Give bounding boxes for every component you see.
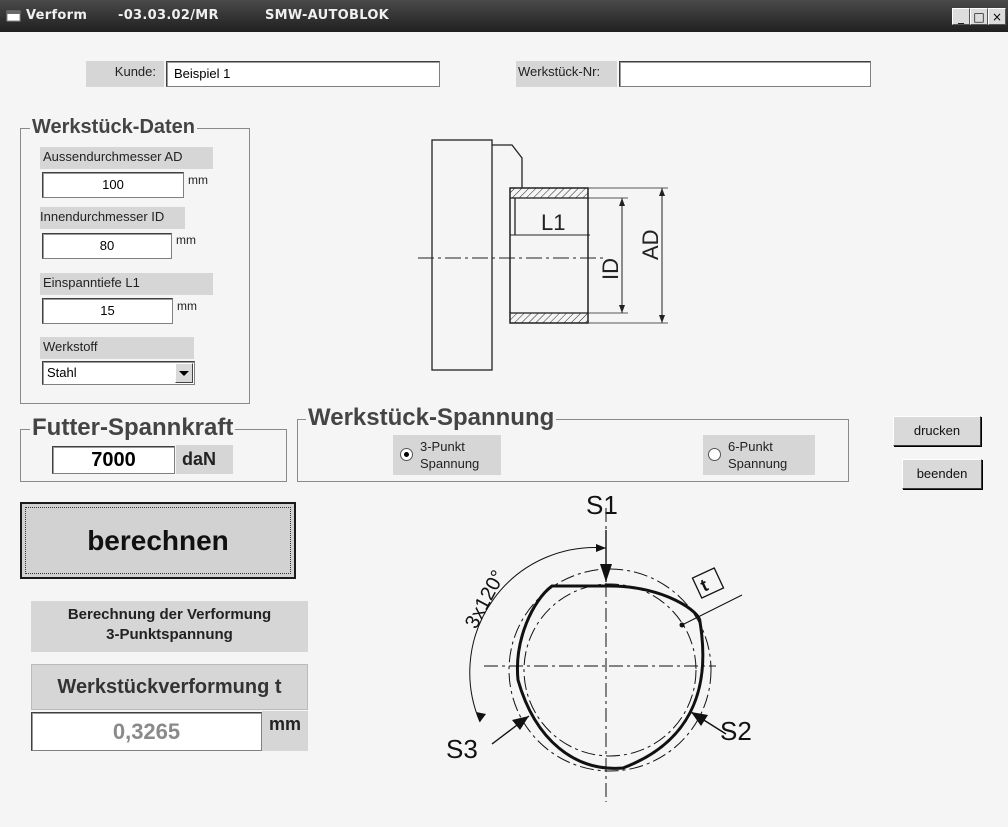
l1-label: Einspanntiefe L1	[40, 273, 213, 295]
spannkraft-input[interactable]: 7000	[52, 446, 175, 474]
drucken-button[interactable]: drucken	[893, 416, 981, 446]
werkstueck-spannung-title: Werkstück-Spannung	[306, 404, 557, 432]
maximize-button[interactable]: □	[970, 8, 988, 25]
verformung-unit: mm	[262, 711, 308, 751]
id-unit: mm	[176, 233, 196, 247]
dropdown-arrow-icon[interactable]	[175, 363, 193, 383]
minimize-button[interactable]: _	[952, 8, 970, 25]
angle-label: 3x120°	[461, 567, 510, 633]
drawing-id-label: ID	[598, 258, 623, 280]
werkstueck-nr-input[interactable]	[619, 61, 871, 87]
spannung-drawing: S1 S2 S3 3x120° t	[446, 490, 752, 802]
option-3-punkt-label: 3-Punkt Spannung	[420, 439, 480, 471]
radio-6-punkt[interactable]	[708, 448, 721, 461]
futter-spannkraft-title: Futter-Spannkraft	[30, 414, 236, 442]
berechnung-info-line2: 3-Punktspannung	[106, 626, 233, 643]
berechnung-info-line1: Berechnung der Verformung	[67, 606, 272, 623]
werkstoff-select[interactable]: Stahl	[42, 361, 195, 385]
spannkraft-unit: daN	[176, 445, 233, 474]
ad-unit: mm	[188, 173, 208, 187]
app-icon	[6, 10, 21, 22]
berechnung-info: Berechnung der Verformung 3-Punktspannun…	[31, 601, 308, 652]
option-3-punkt[interactable]: 3-Punkt Spannung	[393, 435, 501, 475]
kunde-label: Kunde:	[86, 61, 164, 87]
drawing-l1-label: L1	[541, 210, 565, 235]
werkstoff-value: Stahl	[47, 365, 77, 380]
beenden-button[interactable]: beenden	[902, 459, 982, 489]
option-6-punkt[interactable]: 6-Punkt Spannung	[703, 435, 815, 475]
ad-input[interactable]: 100	[42, 172, 184, 198]
verformung-output: 0,3265	[31, 712, 262, 751]
option-6-punkt-label: 6-Punkt Spannung	[728, 439, 788, 471]
drawing-ad-label: AD	[638, 229, 663, 260]
l1-input[interactable]: 15	[42, 298, 173, 324]
ad-label: Aussendurchmesser AD	[40, 147, 213, 169]
id-input[interactable]: 80	[42, 233, 172, 259]
window-title-company: SMW-AUTOBLOK	[265, 8, 390, 23]
s1-label: S1	[586, 490, 618, 520]
werkstueck-nr-label: Werkstück-Nr:	[516, 61, 617, 87]
werkstoff-label: Werkstoff	[40, 337, 194, 359]
radio-3-punkt[interactable]	[400, 448, 413, 461]
kunde-input[interactable]: Beispiel 1	[166, 61, 440, 87]
s2-label: S2	[720, 716, 752, 746]
window-title-app: Verform	[26, 8, 88, 23]
werkstueck-daten-title: Werkstück-Daten	[30, 116, 198, 139]
l1-unit: mm	[177, 299, 197, 313]
window-title-version: -03.03.02/MR	[118, 8, 219, 23]
werkstueckverformung-title: Werkstückverformung t	[31, 664, 308, 710]
title-bar: Verform -03.03.02/MR SMW-AUTOBLOK _ □ ×	[0, 0, 1008, 32]
berechnen-button[interactable]: berechnen	[20, 502, 296, 579]
close-button[interactable]: ×	[988, 8, 1006, 25]
id-label: Innendurchmesser ID	[40, 207, 185, 229]
s3-label: S3	[446, 734, 478, 764]
workpiece-drawing: L1 ID AD	[418, 139, 668, 371]
